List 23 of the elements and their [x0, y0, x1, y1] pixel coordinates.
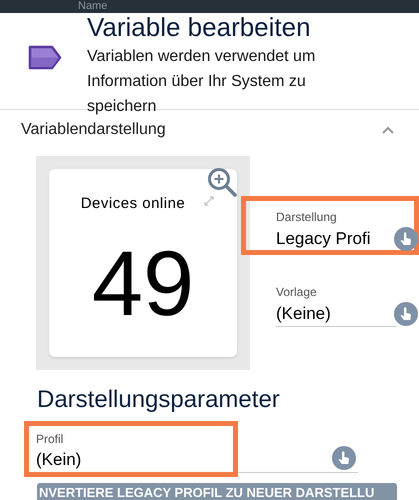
field-value: Legacy Profi — [276, 228, 370, 250]
description-text: Variablen werden verwendet um Information über Ihr System zu speichern — [87, 47, 316, 117]
field-label: Profil — [36, 432, 64, 446]
input-field[interactable]: Vorlage (Keine) — [241, 271, 419, 330]
section-title: Variablendarstellung — [21, 120, 166, 140]
tile-value: 49 — [92, 234, 194, 334]
field-value: (Kein) — [36, 449, 82, 471]
pointer-icon[interactable] — [394, 227, 418, 251]
chevron-icon[interactable] — [381, 126, 395, 134]
field-label: Vorlage — [276, 285, 318, 299]
dialog-title: Variable bearbeiten — [87, 12, 312, 42]
input-field[interactable]: Darstellung Legacy Profi — [241, 196, 419, 255]
tag-icon — [28, 45, 62, 70]
section-heading: Darstellungsparameter — [37, 386, 281, 414]
tile-title: Devices online — [80, 194, 186, 214]
field-label: Darstellung — [276, 210, 338, 224]
input-field[interactable]: Profil (Kein) — [24, 421, 238, 477]
field-value: (Keine) — [276, 303, 331, 325]
name-label: Name — [78, 0, 108, 12]
pointer-icon[interactable] — [394, 302, 418, 326]
zoom-in-icon[interactable] — [207, 167, 237, 197]
expand-icon[interactable] — [204, 196, 214, 206]
pointer-icon[interactable] — [332, 446, 356, 470]
